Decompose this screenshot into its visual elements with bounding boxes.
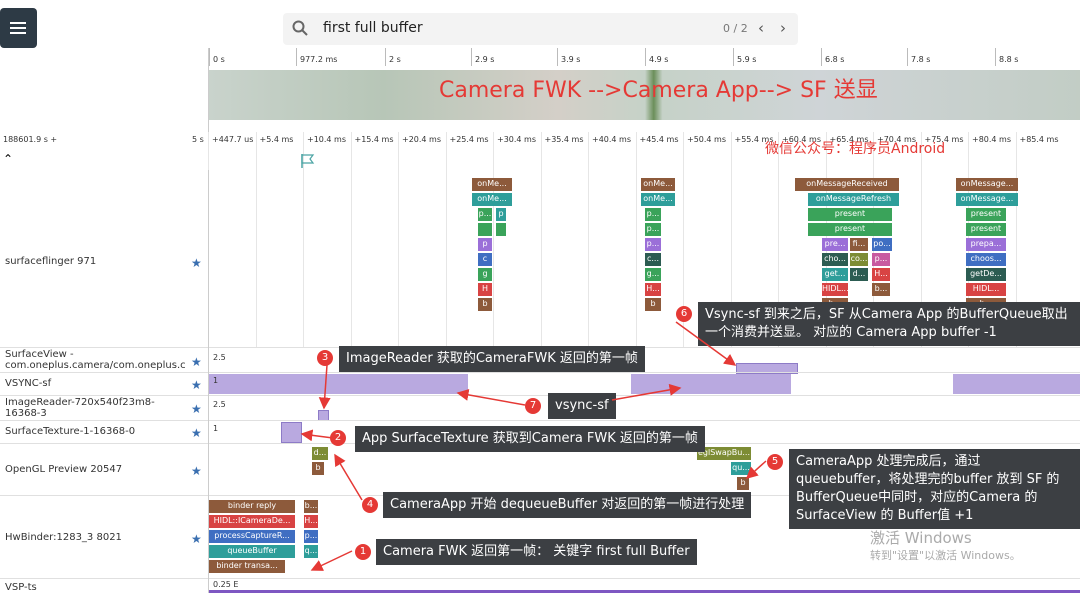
annotation-arrows [300,321,767,571]
activation-title: 激活 Windows [870,529,972,547]
activation-subtitle: 转到"设置"以激活 Windows。 [870,549,1021,562]
